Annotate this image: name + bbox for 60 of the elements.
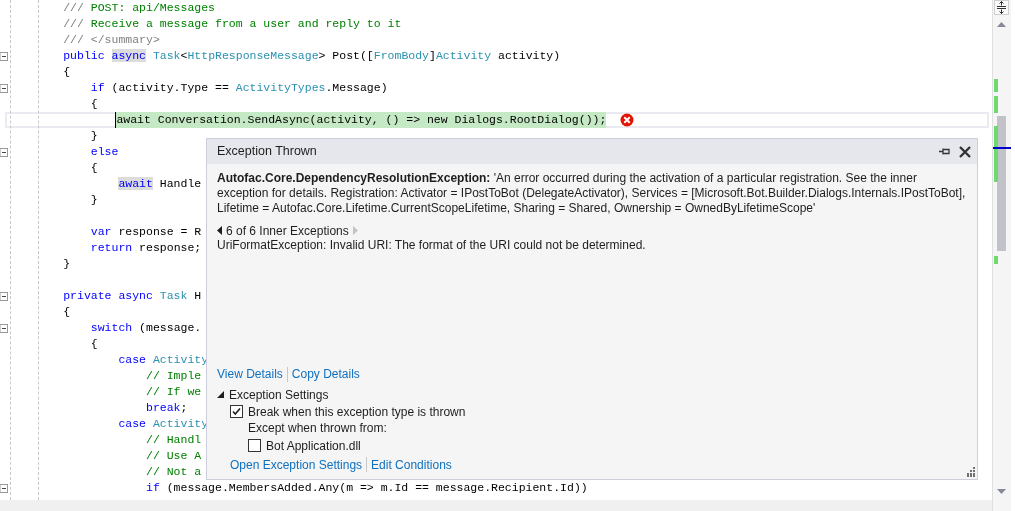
collapse-arrow-icon[interactable] — [217, 391, 224, 398]
settings-link[interactable]: Edit Conditions — [371, 455, 452, 474]
code-line: case Activity — [118, 416, 209, 432]
collapse-icon[interactable] — [0, 83, 8, 93]
code-line: // Handl — [146, 432, 202, 448]
code-line: private async Task H — [63, 288, 202, 304]
code-line: /// POST: api/Messages — [63, 0, 216, 16]
settings-link[interactable]: Open Exception Settings — [230, 455, 363, 474]
details-link[interactable]: View Details — [217, 365, 283, 383]
horizontal-scrollbar[interactable] — [0, 500, 992, 511]
checkbox[interactable] — [230, 405, 243, 418]
close-icon[interactable] — [959, 145, 971, 158]
code-line: return response; — [90, 240, 202, 256]
checkbox-label: Break when this exception type is thrown — [248, 403, 466, 421]
collapse-icon[interactable] — [0, 147, 8, 157]
code-line: public async Task<HttpResponseMessage> Post([FromBody]Activity activity) — [63, 48, 561, 64]
exception-message: Autofac.Core.DependencyResolutionException: 'An error occurred during the activation of a particular registration. See the inner exception for details. Registration: Activator = IPostToBot (DelegateActivator), Services = [Microsoft.Bot.Builder.Dialogs.Internals.IPostToBot], Lifetime = Autofac.Core.Lifetime.CurrentScopeLifetime, Sharing = Shared, Ownership = OwnedByLifetimeScope' — [217, 171, 967, 216]
previous-arrow-icon[interactable] — [217, 226, 222, 235]
code-line: } — [63, 256, 71, 272]
code-line: /// Receive a message from a user and reply to it — [63, 16, 402, 32]
code-line: { — [90, 96, 98, 112]
vertical-scrollbar[interactable] — [992, 0, 1011, 511]
except-label: Except when thrown from: — [247, 420, 388, 437]
code-line: } — [90, 128, 98, 144]
code-line: // If we — [146, 384, 202, 400]
code-line: if (message.MembersAdded.Any(m => m.Id == message.Recipient.Id)) — [146, 480, 588, 496]
collapse-icon[interactable] — [0, 291, 8, 301]
code-line: // Imple — [146, 368, 202, 384]
code-line: switch (message. — [90, 320, 202, 336]
code-line: if (activity.Type == ActivityTypes.Message) — [90, 80, 388, 96]
pin-icon[interactable] — [939, 147, 951, 156]
resize-grip-icon[interactable] — [965, 467, 975, 477]
checkbox-label: Bot Application.dll — [266, 437, 361, 455]
code-line: { — [90, 160, 98, 176]
code-line: { — [63, 304, 71, 320]
code-line: /// </summary> — [63, 32, 160, 48]
code-line: // Not a — [146, 464, 202, 480]
code-line: await Handle — [118, 176, 202, 192]
settings-heading: Exception Settings — [229, 386, 329, 404]
collapse-icon[interactable] — [0, 483, 8, 493]
error-icon — [620, 113, 635, 127]
scroll-up-icon[interactable] — [997, 22, 1006, 27]
code-line: case Activity — [118, 352, 209, 368]
code-line: { — [63, 64, 71, 80]
scroll-thumb[interactable] — [997, 116, 1006, 251]
popup-title: Exception Thrown — [217, 143, 317, 161]
scroll-down-icon[interactable] — [997, 489, 1006, 494]
collapse-icon[interactable] — [0, 51, 8, 61]
split-handle-icon[interactable] — [994, 0, 1009, 15]
code-line: { — [90, 336, 98, 352]
code-line: // Use A — [146, 448, 202, 464]
checkbox[interactable] — [248, 439, 261, 452]
code-line: } — [90, 192, 98, 208]
code-line: var response = R — [90, 224, 202, 240]
inner-exceptions-label: 6 of 6 Inner Exceptions — [226, 222, 349, 240]
inner-exception-message: UriFormatException: Invalid URI: The format of the URI could not be determined. — [217, 238, 647, 253]
details-link[interactable]: Copy Details — [291, 365, 360, 383]
collapse-icon[interactable] — [0, 323, 8, 333]
code-line: break; — [146, 400, 188, 416]
code-line: else — [90, 144, 119, 160]
